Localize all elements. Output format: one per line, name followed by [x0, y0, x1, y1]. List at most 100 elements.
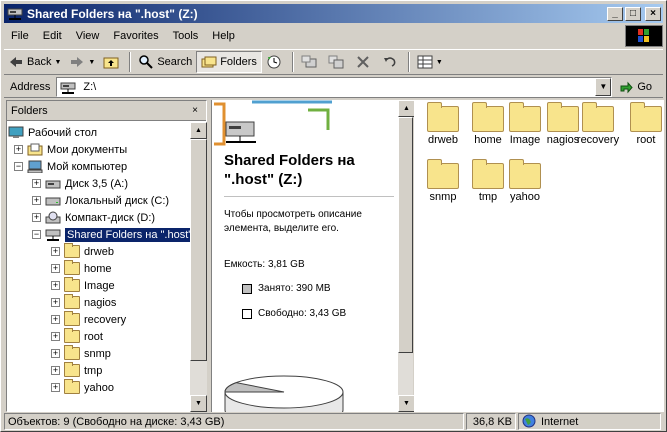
- tree-item-label: Мой компьютер: [47, 160, 128, 173]
- tree-expander[interactable]: −: [14, 162, 23, 171]
- views-dropdown-icon[interactable]: ▼: [436, 59, 443, 66]
- file-item[interactable]: yahoo: [500, 159, 550, 203]
- tree-expander[interactable]: +: [51, 332, 60, 341]
- tree-item[interactable]: + snmp: [51, 345, 111, 362]
- tree-scrollbar[interactable]: ▲ ▼: [190, 122, 207, 412]
- folders-button[interactable]: Folders: [196, 51, 262, 73]
- move-to-icon: [301, 54, 317, 70]
- used-legend: Занято: 390 MB: [242, 283, 331, 294]
- folder-icon: [64, 243, 80, 258]
- tree-item[interactable]: + nagios: [51, 294, 116, 311]
- file-item[interactable]: root: [621, 102, 667, 146]
- file-item[interactable]: snmp: [418, 159, 468, 203]
- back-button[interactable]: Back ▼: [4, 51, 65, 73]
- tree-item[interactable]: + home: [51, 260, 112, 277]
- tree-expander[interactable]: −: [32, 230, 41, 239]
- folder-icon: [64, 277, 80, 292]
- folders-pane-title: Folders: [11, 104, 48, 117]
- tree-expander[interactable]: +: [32, 196, 41, 205]
- status-zone: Internet: [518, 413, 661, 430]
- back-arrow-icon: [8, 54, 24, 70]
- menu-tools[interactable]: Tools: [166, 28, 206, 44]
- tree-expander[interactable]: +: [51, 366, 60, 375]
- tree-item[interactable]: + root: [51, 328, 103, 345]
- folder-icon: [509, 102, 541, 132]
- tree-item[interactable]: + drweb: [51, 243, 114, 260]
- status-bar: Объектов: 9 (Свободно на диске: 3,43 GB)…: [4, 413, 663, 430]
- tree-item-label: nagios: [84, 296, 117, 309]
- scroll-up-button[interactable]: ▲: [398, 100, 415, 117]
- file-item[interactable]: drweb: [418, 102, 468, 146]
- menu-file[interactable]: File: [4, 28, 36, 44]
- tree-expander[interactable]: +: [51, 383, 60, 392]
- tree-expander[interactable]: +: [51, 315, 60, 324]
- free-legend: Свободно: 3,43 GB: [242, 308, 346, 319]
- tree-item-label: snmp: [84, 347, 111, 360]
- delete-button[interactable]: [351, 51, 378, 73]
- tree-expander[interactable]: +: [14, 145, 23, 154]
- tree-item[interactable]: + Диск 3,5 (A:): [32, 175, 128, 192]
- banner-graphic: [214, 100, 332, 146]
- folder-icon: [582, 102, 614, 132]
- menu-help[interactable]: Help: [205, 28, 242, 44]
- views-button[interactable]: ▼: [413, 51, 447, 73]
- back-dropdown-icon[interactable]: ▼: [54, 59, 61, 66]
- tree-item[interactable]: + tmp: [51, 362, 102, 379]
- tree-expander[interactable]: +: [51, 264, 60, 273]
- my-computer-icon: [27, 160, 43, 174]
- toolbar-separator: [291, 52, 294, 72]
- maximize-button[interactable]: □: [625, 6, 641, 21]
- search-button[interactable]: Search: [134, 51, 196, 73]
- scroll-thumb[interactable]: [398, 117, 413, 353]
- menu-edit[interactable]: Edit: [36, 28, 69, 44]
- scroll-down-button[interactable]: ▼: [398, 395, 415, 412]
- tree-item[interactable]: − Мой компьютер: [14, 158, 127, 175]
- history-button[interactable]: [262, 51, 289, 73]
- forward-dropdown-icon[interactable]: ▼: [88, 59, 95, 66]
- move-to-button[interactable]: [297, 51, 324, 73]
- tree-item-label: recovery: [84, 313, 127, 326]
- go-button[interactable]: Go: [618, 79, 652, 95]
- undo-button[interactable]: [378, 51, 405, 73]
- folders-pane-close-button[interactable]: ×: [188, 104, 202, 118]
- close-button[interactable]: ×: [645, 6, 661, 21]
- scroll-up-button[interactable]: ▲: [190, 122, 207, 139]
- folder-up-icon: [103, 54, 119, 70]
- menu-view[interactable]: View: [69, 28, 107, 44]
- tree-expander[interactable]: +: [32, 213, 41, 222]
- title-bar[interactable]: Shared Folders на ".host" (Z:) _ □ ×: [4, 4, 663, 23]
- tree-item[interactable]: + yahoo: [51, 379, 114, 396]
- tree-item[interactable]: + Image: [51, 277, 115, 294]
- explorer-window: Shared Folders на ".host" (Z:) _ □ × Fil…: [0, 0, 667, 432]
- tree-item[interactable]: + recovery: [51, 311, 126, 328]
- forward-button[interactable]: ▼: [65, 51, 99, 73]
- menu-favorites[interactable]: Favorites: [106, 28, 165, 44]
- tree-expander[interactable]: +: [51, 247, 60, 256]
- scroll-down-button[interactable]: ▼: [190, 395, 207, 412]
- folder-tree: Рабочий стол + Мои документы − Мой компьютер…: [7, 122, 190, 412]
- address-dropdown-button[interactable]: ▼: [595, 77, 612, 96]
- folders-pane-header: Folders ×: [7, 101, 206, 121]
- address-input[interactable]: Z:\ ▼: [56, 76, 613, 97]
- tree-expander[interactable]: +: [51, 298, 60, 307]
- tree-expander[interactable]: +: [51, 349, 60, 358]
- tree-item[interactable]: + Локальный диск (C:): [32, 192, 169, 209]
- tree-expander[interactable]: +: [32, 179, 41, 188]
- minimize-button[interactable]: _: [607, 6, 623, 21]
- tree-item[interactable]: + Мои документы: [14, 141, 127, 158]
- tree-item[interactable]: Рабочий стол: [8, 124, 97, 141]
- info-pane-scrollbar[interactable]: ▲ ▼: [397, 100, 415, 412]
- tree-item-label: Мои документы: [47, 143, 128, 156]
- tree-expander[interactable]: +: [51, 281, 60, 290]
- up-folder-button[interactable]: [99, 51, 126, 73]
- tree-item-label: drweb: [84, 245, 114, 258]
- info-title: Shared Folders на ".host" (Z:): [224, 152, 355, 188]
- scroll-thumb[interactable]: [190, 139, 207, 361]
- tree-item[interactable]: + Компакт-диск (D:): [32, 209, 155, 226]
- tree-item[interactable]: − Shared Folders на ".host": [32, 226, 190, 243]
- file-item-label: root: [636, 134, 656, 146]
- copy-to-button[interactable]: [324, 51, 351, 73]
- info-divider: [224, 196, 394, 197]
- delete-icon: [355, 54, 371, 70]
- file-item[interactable]: recovery: [573, 102, 623, 146]
